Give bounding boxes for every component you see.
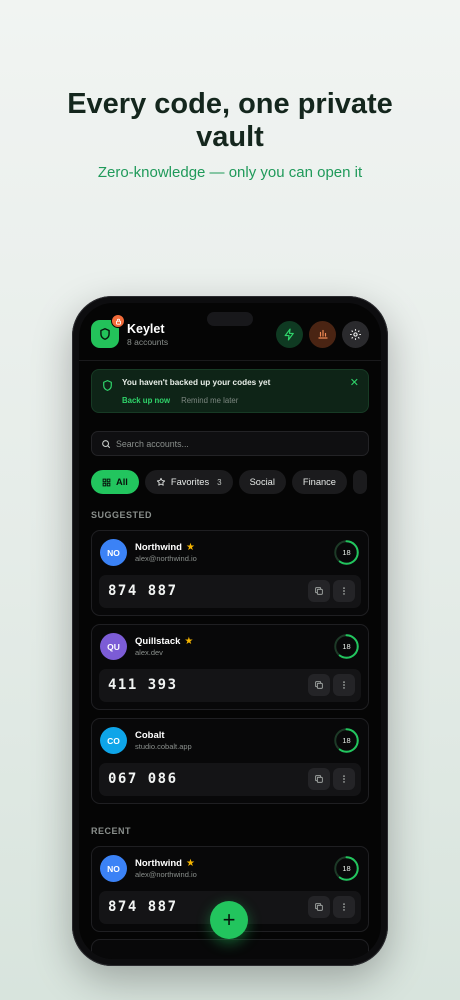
favorite-star-icon[interactable]: ★: [186, 858, 195, 869]
banner-message: You haven't backed up your codes yet: [122, 378, 271, 387]
countdown-seconds: 18: [342, 548, 351, 557]
filter-chip-finance[interactable]: Finance: [291, 470, 347, 494]
back-up-now-button[interactable]: Back up now: [122, 396, 170, 405]
search-input[interactable]: Search accounts...: [91, 431, 369, 456]
account-email: alex.dev: [135, 648, 163, 657]
brand: Keylet 8 accounts: [127, 322, 168, 347]
account-name: Northwind: [135, 542, 182, 553]
more-options-button[interactable]: [333, 768, 355, 790]
more-options-button[interactable]: [333, 674, 355, 696]
account-name: Northwind: [135, 858, 182, 869]
app-screen: Keylet 8 accounts You haven't backed up …: [79, 303, 381, 959]
otp-code[interactable]: 411 393: [108, 677, 178, 693]
filter-chip-label: Social: [249, 477, 275, 487]
app-name: Keylet: [127, 321, 165, 336]
copy-button[interactable]: [308, 580, 330, 602]
shield-icon: [103, 380, 112, 391]
gear-icon: [350, 328, 361, 340]
lock-icon: [111, 314, 125, 328]
stats-button[interactable]: [309, 320, 336, 348]
account-name-row: Northwind ★: [135, 858, 195, 869]
account-email: studio.cobalt.app: [135, 742, 192, 751]
star-outline-icon: [156, 477, 165, 486]
account-card-partial[interactable]: [91, 939, 369, 959]
copy-icon: [315, 681, 323, 689]
code-row: 874 887: [99, 575, 361, 608]
favorite-star-icon[interactable]: ★: [184, 636, 193, 647]
more-vertical-icon: [343, 775, 345, 783]
account-name-row: Cobalt: [135, 730, 165, 741]
copy-button[interactable]: [308, 768, 330, 790]
account-card[interactable]: CO Cobalt studio.cobalt.app 18 067 086: [91, 718, 369, 804]
marketing-subheadline: Zero-knowledge — only you can open it: [97, 164, 363, 181]
avatar: NO: [100, 539, 127, 566]
favorite-star-icon[interactable]: ★: [186, 542, 195, 553]
copy-icon: [315, 775, 323, 783]
account-name-row: Quillstack ★: [135, 636, 193, 647]
copy-icon: [315, 587, 323, 595]
account-email: alex@northwind.io: [135, 870, 197, 879]
quick-action-button[interactable]: [276, 320, 303, 348]
app-bar: Keylet 8 accounts: [91, 314, 369, 353]
copy-icon: [315, 903, 323, 911]
filter-chip-label: Finance: [302, 477, 336, 487]
account-card[interactable]: QU Quillstack ★ alex.dev 18 411 393: [91, 624, 369, 710]
filter-chip-overflow[interactable]: [352, 470, 367, 494]
countdown-seconds: 18: [342, 736, 351, 745]
account-name-row: Northwind ★: [135, 542, 195, 553]
close-icon[interactable]: ✕: [350, 378, 359, 389]
countdown-seconds: 18: [342, 642, 351, 651]
more-vertical-icon: [343, 681, 345, 689]
section-label-suggested: SUGGESTED: [91, 510, 153, 520]
more-options-button[interactable]: [333, 580, 355, 602]
account-card[interactable]: NO Northwind ★ alex@northwind.io 18 874 …: [91, 530, 369, 616]
code-row: 411 393: [99, 669, 361, 702]
filter-chip-all[interactable]: All: [91, 470, 139, 494]
bar-chart-icon: [317, 329, 328, 339]
bolt-icon: [284, 327, 294, 341]
banner-actions: Back up now Remind me later: [122, 396, 238, 405]
otp-code[interactable]: 874 887: [108, 899, 178, 915]
otp-code[interactable]: 874 887: [108, 583, 178, 599]
app-bar-actions: [276, 320, 369, 348]
filter-chip-favorites[interactable]: Favorites 3: [144, 470, 233, 494]
favorites-count: 3: [217, 477, 222, 487]
countdown-seconds: 18: [342, 864, 351, 873]
more-options-button[interactable]: [333, 896, 355, 918]
app-logo: [91, 314, 125, 348]
grid-icon: [102, 478, 111, 486]
otp-code[interactable]: 067 086: [108, 771, 178, 787]
search-icon: [102, 439, 111, 448]
filter-chip-label: Favorites: [170, 477, 210, 487]
search-placeholder: Search accounts...: [116, 438, 189, 449]
avatar: QU: [100, 633, 127, 660]
avatar: CO: [100, 727, 127, 754]
account-email: alex@northwind.io: [135, 554, 197, 563]
remind-later-button[interactable]: Remind me later: [181, 396, 238, 405]
filter-chips: All Favorites 3 Social Finance: [91, 470, 367, 494]
account-name: Quillstack: [135, 636, 181, 647]
filter-chip-social[interactable]: Social: [238, 470, 286, 494]
account-count: 8 accounts: [127, 336, 169, 347]
filter-chip-label: All: [116, 477, 128, 487]
more-vertical-icon: [343, 903, 345, 911]
code-row: 067 086: [99, 763, 361, 796]
copy-button[interactable]: [308, 896, 330, 918]
settings-button[interactable]: [342, 320, 369, 348]
more-vertical-icon: [343, 587, 345, 595]
avatar: NO: [100, 855, 127, 882]
marketing-headline: Every code, one private vault: [67, 88, 393, 153]
phone-frame: Keylet 8 accounts You haven't backed up …: [72, 296, 388, 966]
add-account-button[interactable]: +: [210, 901, 248, 939]
app-bar-divider: [79, 360, 381, 361]
copy-button[interactable]: [308, 674, 330, 696]
shield-icon: [100, 328, 110, 340]
backup-banner: You haven't backed up your codes yet Bac…: [91, 369, 369, 413]
section-label-recent: RECENT: [91, 826, 132, 836]
account-name: Cobalt: [135, 730, 165, 741]
